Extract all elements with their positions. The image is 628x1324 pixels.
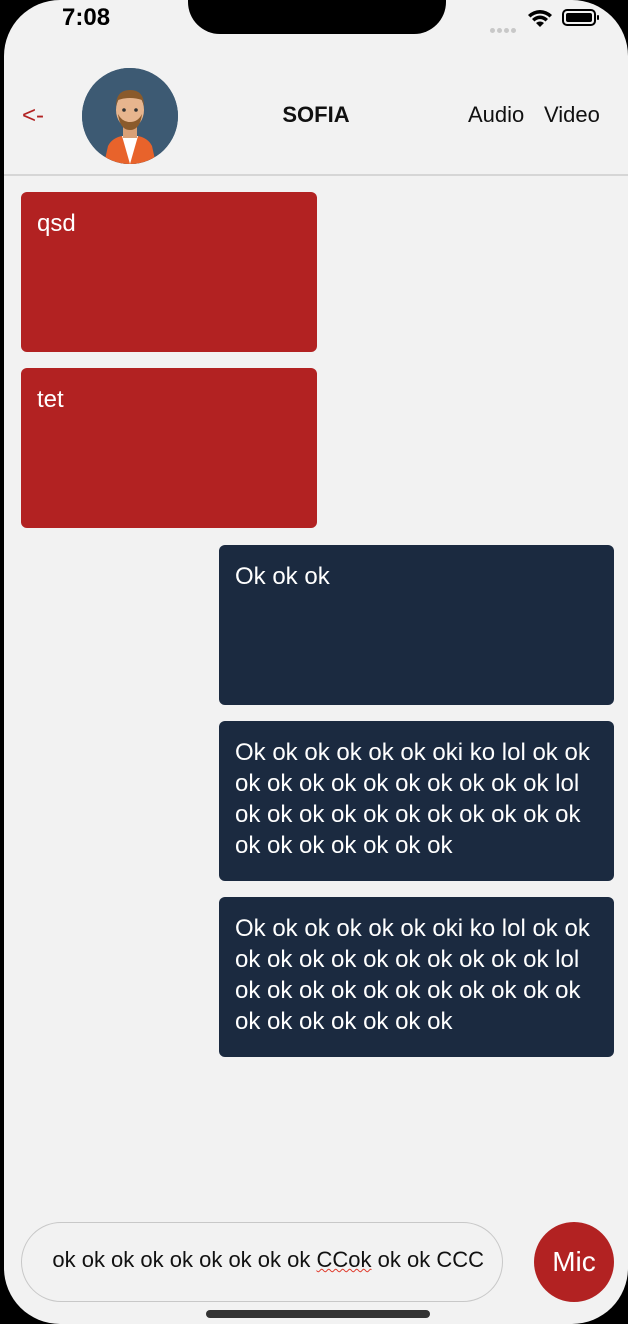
status-time: 7:08	[62, 4, 111, 31]
message-input-text: ok ok ok ok ok ok ok ok ok CCok ok ok CC…	[52, 1247, 484, 1273]
phone-screen: 7:08 <- SOFIA Audio Video qsd tet Ok ok …	[4, 0, 628, 1324]
wifi-icon	[526, 8, 554, 33]
cellular-signal-icon	[490, 20, 518, 38]
misspelled-word: CCok	[316, 1247, 372, 1272]
message-input[interactable]: ok ok ok ok ok ok ok ok ok CCok ok ok CC…	[21, 1222, 503, 1302]
outgoing-message-bubble[interactable]: Ok ok ok	[219, 545, 614, 705]
outgoing-message-bubble[interactable]: Ok ok ok ok ok ok oki ko lol ok ok ok ok…	[219, 721, 614, 881]
back-button[interactable]: <-	[22, 102, 44, 130]
mic-button[interactable]: Mic	[534, 1222, 614, 1302]
chat-header: <- SOFIA Audio Video	[4, 58, 628, 176]
incoming-message-bubble[interactable]: qsd	[21, 192, 317, 352]
input-text-end: ok ok CCC	[371, 1247, 484, 1272]
battery-icon	[562, 9, 599, 26]
audio-call-button[interactable]: Audio	[468, 102, 524, 128]
video-call-button[interactable]: Video	[544, 102, 600, 128]
status-bar: 7:08	[4, 0, 628, 44]
outgoing-message-bubble[interactable]: Ok ok ok ok ok ok oki ko lol ok ok ok ok…	[219, 897, 614, 1057]
notch	[188, 0, 446, 34]
avatar[interactable]	[82, 68, 178, 164]
input-text-start: ok ok ok ok ok ok ok ok ok	[52, 1247, 317, 1272]
incoming-message-bubble[interactable]: tet	[21, 368, 317, 528]
home-indicator[interactable]	[206, 1310, 430, 1318]
